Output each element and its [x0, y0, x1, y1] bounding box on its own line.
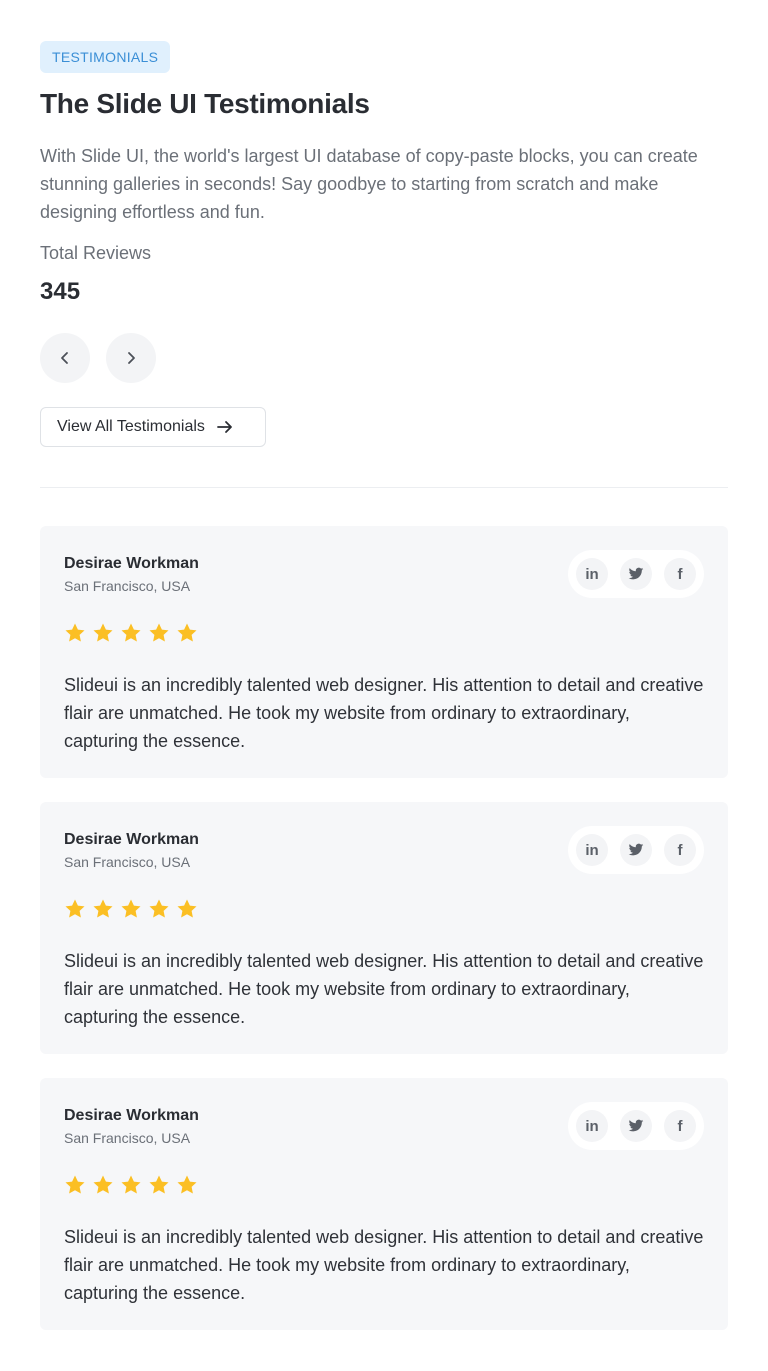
facebook-icon[interactable]: f — [664, 834, 696, 866]
facebook-icon[interactable]: f — [664, 1110, 696, 1142]
linkedin-icon[interactable]: in — [576, 1110, 608, 1142]
star-icon — [65, 1175, 85, 1194]
social-links: in f — [568, 1102, 704, 1150]
reviewer-location: San Francisco, USA — [64, 578, 191, 594]
total-reviews-label: Total Reviews — [40, 243, 152, 263]
star-icon — [149, 1175, 169, 1194]
total-reviews-count: 345 — [40, 278, 81, 305]
chevron-right-icon — [128, 352, 135, 364]
linkedin-label: in — [585, 565, 599, 583]
linkedin-label: in — [585, 841, 599, 859]
twitter-icon[interactable] — [620, 834, 652, 866]
star-icon — [65, 899, 85, 918]
twitter-icon[interactable] — [620, 1110, 652, 1142]
previous-button[interactable] — [40, 333, 90, 383]
section-divider — [40, 487, 728, 488]
star-icon — [93, 899, 113, 918]
chevron-left-icon — [61, 352, 68, 364]
social-links: in f — [568, 550, 704, 598]
star-icon — [65, 623, 85, 642]
reviewer-name: Desirae Workman — [64, 831, 199, 848]
star-icon — [177, 623, 197, 642]
star-icon — [121, 1175, 141, 1194]
linkedin-icon[interactable]: in — [576, 834, 608, 866]
social-links: in f — [568, 826, 704, 874]
star-icon — [177, 1175, 197, 1194]
view-all-testimonials-button[interactable]: View All Testimonials — [40, 407, 266, 447]
testimonial-text: Slideui is an incredibly talented web de… — [64, 1227, 704, 1303]
reviewer-location: San Francisco, USA — [64, 854, 191, 870]
star-icon — [121, 899, 141, 918]
testimonial-card: Desirae Workman San Francisco, USA in f … — [40, 802, 728, 1054]
star-icon — [93, 1175, 113, 1194]
star-icon — [93, 623, 113, 642]
rating-stars — [64, 1174, 198, 1196]
view-all-label: View All Testimonials — [57, 418, 205, 435]
next-button[interactable] — [106, 333, 156, 383]
page-title: The Slide UI Testimonials — [40, 88, 370, 119]
star-icon — [149, 899, 169, 918]
linkedin-label: in — [585, 1117, 599, 1135]
rating-stars — [64, 622, 198, 644]
facebook-icon[interactable]: f — [664, 558, 696, 590]
reviewer-location: San Francisco, USA — [64, 1130, 191, 1146]
facebook-label: f — [677, 841, 683, 859]
linkedin-icon[interactable]: in — [576, 558, 608, 590]
testimonial-text: Slideui is an incredibly talented web de… — [64, 951, 704, 1027]
reviewer-name: Desirae Workman — [64, 1107, 199, 1124]
star-icon — [149, 623, 169, 642]
page-description: With Slide UI, the world's largest UI da… — [40, 146, 698, 222]
rating-stars — [64, 898, 198, 920]
arrow-right-icon — [217, 421, 232, 433]
star-icon — [121, 623, 141, 642]
testimonial-card: Desirae Workman San Francisco, USA in f … — [40, 1078, 728, 1330]
reviewer-name: Desirae Workman — [64, 555, 199, 572]
facebook-label: f — [677, 565, 683, 583]
section-badge: TESTIMONIALS — [40, 41, 171, 73]
star-icon — [177, 899, 197, 918]
testimonial-card: Desirae Workman San Francisco, USA in f … — [40, 526, 728, 778]
facebook-label: f — [677, 1117, 683, 1135]
twitter-icon[interactable] — [620, 558, 652, 590]
testimonial-text: Slideui is an incredibly talented web de… — [64, 675, 704, 751]
